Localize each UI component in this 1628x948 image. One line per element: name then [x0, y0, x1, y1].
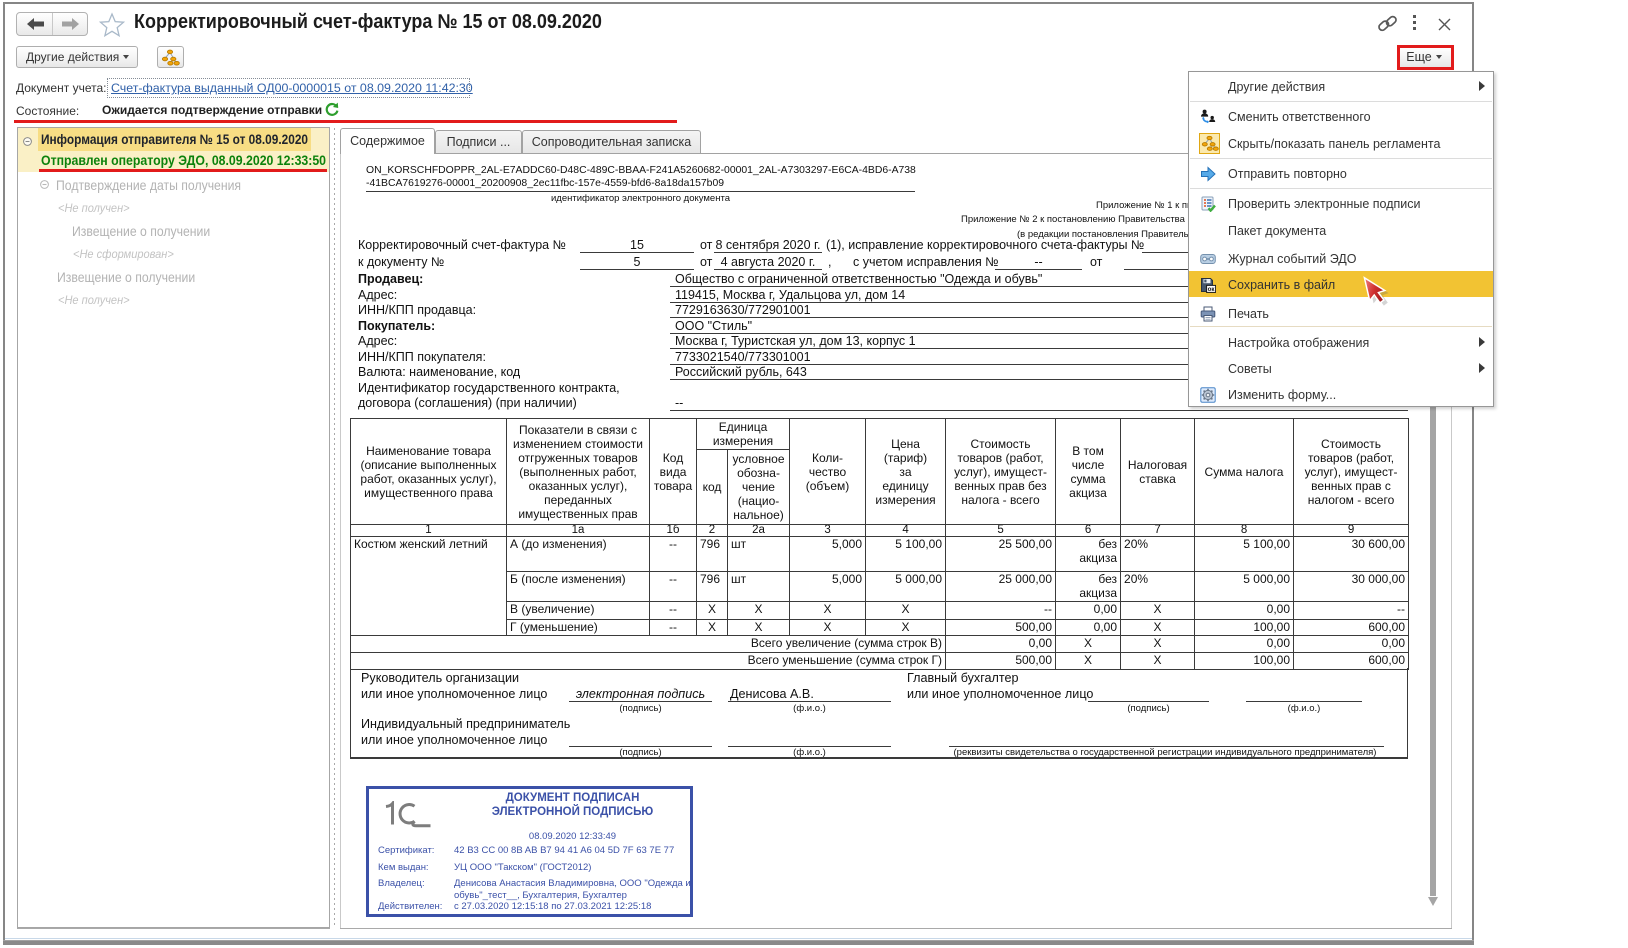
svg-text:ок: ок: [1208, 286, 1216, 293]
